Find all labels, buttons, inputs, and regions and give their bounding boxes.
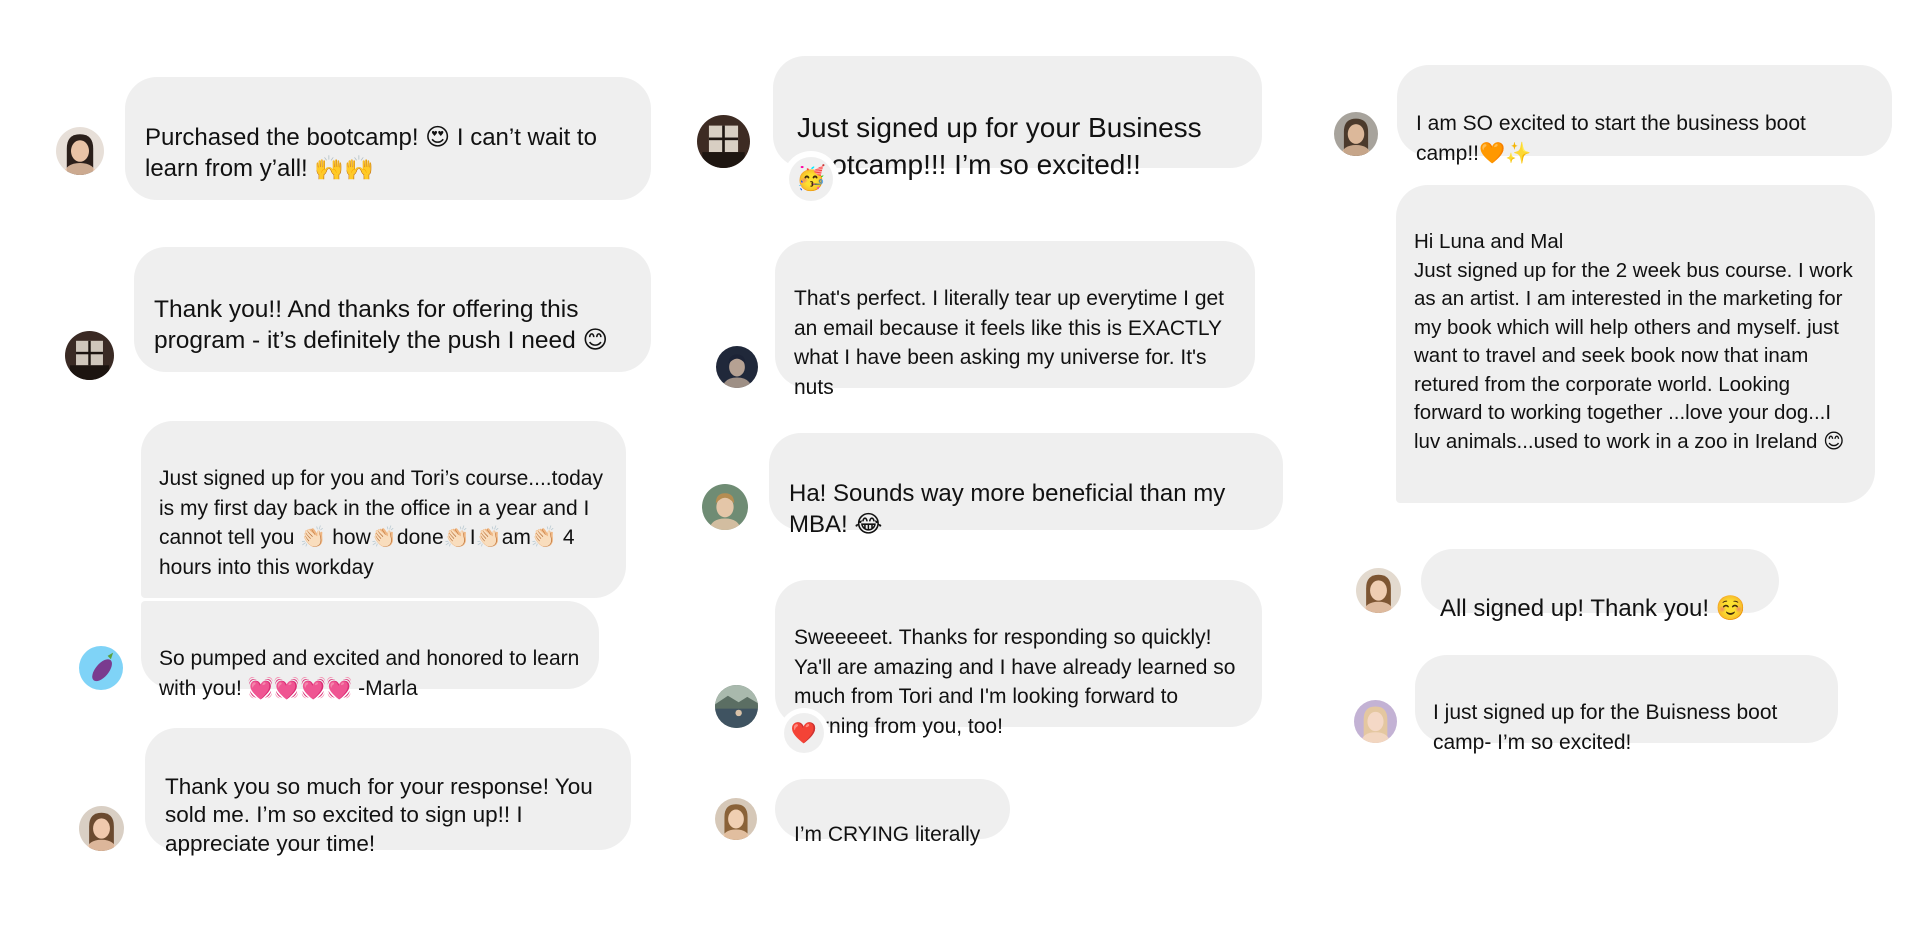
landscape-avatar-icon — [715, 685, 758, 728]
sender-avatar-7[interactable] — [702, 484, 748, 530]
sender-avatar-1[interactable] — [56, 127, 104, 175]
message-bubble: I am SO excited to start the business bo… — [1397, 65, 1892, 165]
sender-avatar-9[interactable] — [715, 798, 757, 840]
message-text: Ha! Sounds way more beneficial than my M… — [789, 480, 1226, 538]
woman-avatar-icon — [715, 798, 757, 840]
dark-portrait-avatar-icon — [716, 346, 758, 388]
screenshot-collage: Purchased the bootcamp! 😍 I can’t wait t… — [0, 0, 1919, 945]
reaction-badge[interactable]: 🥳 — [783, 151, 839, 207]
message-bubble: Just signed up for you and Tori’s course… — [141, 421, 626, 598]
message-text: Thank you so much for your response! You… — [165, 773, 593, 856]
sender-avatar-3[interactable] — [79, 646, 123, 690]
woman-avatar-icon — [79, 806, 124, 851]
message-text: Hi Luna and Mal Just signed up for the 2… — [1414, 230, 1853, 453]
message-bubble: That's perfect. I literally tear up ever… — [775, 241, 1255, 399]
message-bubble: Ha! Sounds way more beneficial than my M… — [769, 433, 1283, 538]
sender-avatar-5[interactable] — [697, 115, 750, 168]
message-bubble: I’m CRYING literally — [775, 779, 1010, 846]
message-bubble: I just signed up for the Buisness boot c… — [1415, 655, 1838, 754]
message-bubble: Thank you so much for your response! You… — [145, 728, 631, 856]
message-bubble: So pumped and excited and honored to lea… — [141, 601, 599, 700]
sender-avatar-6[interactable] — [716, 346, 758, 388]
woman-avatar-icon — [56, 127, 104, 175]
heart-icon: ❤️ — [784, 713, 824, 753]
window-photo-avatar-icon — [697, 115, 750, 168]
message-bubble: Just signed up for your Business Bootcam… — [773, 56, 1262, 180]
sender-avatar-12[interactable] — [1354, 700, 1397, 743]
woman-avatar-icon — [1354, 700, 1397, 743]
message-text: Sweeeeet. Thanks for responding so quick… — [794, 626, 1236, 738]
message-bubble: Purchased the bootcamp! 😍 I can’t wait t… — [125, 77, 651, 201]
reaction-badge[interactable]: ❤️ — [779, 708, 829, 758]
sender-avatar-4[interactable] — [79, 806, 124, 851]
message-bubble: Thank you!! And thanks for offering this… — [134, 247, 651, 373]
message-bubble: All signed up! Thank you! ☺️ — [1421, 549, 1779, 622]
message-bubble: Hi Luna and Mal Just signed up for the 2… — [1396, 185, 1875, 503]
message-text: I’m CRYING literally — [794, 823, 981, 847]
message-text: Thank you!! And thanks for offering this… — [154, 296, 609, 355]
sender-avatar-11[interactable] — [1356, 568, 1401, 613]
window-photo-avatar-icon — [65, 331, 114, 380]
message-text: I am SO excited to start the business bo… — [1416, 112, 1806, 165]
woman-avatar-icon — [1334, 112, 1378, 156]
message-text: Purchased the bootcamp! 😍 I can’t wait t… — [145, 124, 597, 182]
message-text: So pumped and excited and honored to lea… — [159, 647, 580, 700]
woman-avatar-icon — [1356, 568, 1401, 613]
message-text: Just signed up for your Business Bootcam… — [797, 112, 1202, 180]
message-text: All signed up! Thank you! ☺️ — [1440, 595, 1746, 623]
sender-avatar-2[interactable] — [65, 331, 114, 380]
party-face-icon: 🥳 — [789, 157, 833, 201]
message-text: I just signed up for the Buisness boot c… — [1433, 701, 1778, 754]
message-bubble: Sweeeeet. Thanks for responding so quick… — [775, 580, 1262, 738]
man-avatar-icon — [702, 484, 748, 530]
message-text: That's perfect. I literally tear up ever… — [794, 287, 1225, 399]
message-text: Just signed up for you and Tori’s course… — [159, 467, 603, 579]
eggplant-avatar-icon — [79, 646, 123, 690]
sender-avatar-10[interactable] — [1334, 112, 1378, 156]
sender-avatar-8[interactable] — [715, 685, 758, 728]
